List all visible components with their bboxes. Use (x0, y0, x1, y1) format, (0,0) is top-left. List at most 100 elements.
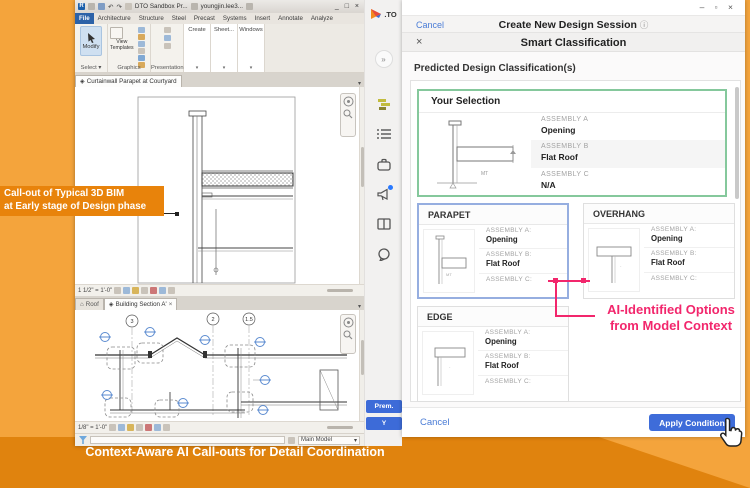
tab-file[interactable]: File (75, 13, 94, 24)
visual-style-icon[interactable] (123, 287, 130, 294)
ai-connector-line (555, 281, 557, 316)
option-title: PARAPET (419, 205, 567, 225)
session-header: Cancel Create New Design Session ⓘ (402, 15, 745, 33)
detail-level-icon[interactable] (109, 424, 116, 431)
classification-title: Smart Classification (402, 37, 745, 49)
presentation-icon-3[interactable] (164, 43, 171, 49)
list-icon[interactable] (376, 126, 392, 142)
view-templates-label: View Templates (110, 40, 134, 51)
tab-structure[interactable]: Structure (135, 13, 168, 24)
assembly-b-row: ASSEMBLY B: Flat Roof (644, 248, 734, 272)
crop-visibility-icon[interactable] (154, 424, 161, 431)
filter-icon[interactable] (79, 436, 87, 444)
tab-systems[interactable]: Systems (219, 13, 251, 24)
sync-icon[interactable] (125, 3, 132, 10)
gallery-create[interactable]: Create ▾ (184, 24, 211, 72)
design-option-select[interactable]: Main Model ▾ (298, 436, 360, 445)
revit-titlebar[interactable]: R ↶ ↷ DTO Sandbox Pr... youngjin.lee3...… (75, 0, 364, 13)
assembly-a-row: ASSEMBLY A: Opening (478, 327, 568, 351)
undo-icon[interactable]: ↶ (108, 3, 113, 11)
shadows-icon[interactable] (136, 424, 143, 431)
select-label[interactable]: Select ▾ (75, 65, 107, 71)
tab-analyze[interactable]: Analyze (307, 13, 337, 24)
graphics-label[interactable]: Graphics (108, 65, 150, 71)
panel-scrollbar[interactable] (735, 87, 739, 199)
y-button[interactable]: Y (366, 417, 402, 430)
view-control-bar-1[interactable]: 1 1/2" = 1'-0" (75, 284, 364, 296)
navigation-bar[interactable] (340, 314, 356, 354)
status-input[interactable] (90, 436, 285, 444)
view-tab-curtainwall[interactable]: ◈ Curtainwall Parapet at Courtyard (75, 75, 182, 87)
tab-architecture[interactable]: Architecture (94, 13, 135, 24)
revit-title: DTO Sandbox Pr... (135, 3, 188, 10)
visual-style-icon[interactable] (118, 424, 125, 431)
drawing-canvas-section[interactable]: 3 2 1.5 (75, 310, 364, 421)
open-icon[interactable] (88, 3, 95, 10)
notification-badge (388, 185, 393, 190)
isolate-icon[interactable] (168, 287, 175, 294)
your-selection-card[interactable]: Your Selection MT (417, 89, 727, 197)
assembly-b-row: ASSEMBLY B Flat Roof (531, 140, 725, 167)
shadows-icon[interactable] (141, 287, 148, 294)
crop-icon[interactable] (145, 424, 152, 431)
info-icon[interactable]: ⓘ (640, 20, 649, 30)
graphics-buttons[interactable] (138, 27, 148, 68)
library-icon[interactable] (376, 216, 392, 232)
view-scale[interactable]: 1 1/2" = 1'-0" (78, 288, 112, 294)
tab-annotate[interactable]: Annotate (274, 13, 307, 24)
horizontal-scrollbar[interactable] (327, 426, 353, 429)
collapse-panel-button[interactable]: » (375, 50, 393, 68)
view-templates-icon[interactable] (110, 27, 123, 39)
chevron-down-icon[interactable]: ▾ (238, 65, 264, 71)
presentation-icon-1[interactable] (164, 27, 171, 33)
presentation-icon-2[interactable] (164, 35, 171, 41)
isolate-icon[interactable] (163, 424, 170, 431)
crop-icon[interactable] (150, 287, 157, 294)
ribbon: Modify Select ▾ View Templates Graphics (75, 24, 364, 73)
tab-steel[interactable]: Steel (168, 13, 190, 24)
chevron-down-icon[interactable]: ▾ (184, 65, 210, 71)
cancel-button[interactable]: Cancel (420, 417, 450, 428)
section-title: Predicted Design Classification(s) (414, 63, 576, 74)
view-control-bar-2[interactable]: 1/8" = 1'-0" (75, 421, 364, 433)
presentation-label: Presentation (151, 65, 183, 71)
save-icon[interactable] (98, 3, 105, 10)
gallery-windows[interactable]: Windows ▾ (238, 24, 265, 72)
view-tab-building-section[interactable]: ◈ Building Section A' × (104, 298, 178, 310)
workset-icon[interactable] (288, 437, 295, 444)
revit-window-controls[interactable]: _ □ × (335, 3, 361, 10)
horizontal-scrollbar[interactable] (327, 289, 353, 292)
redo-icon[interactable]: ↷ (116, 3, 121, 11)
view-scale[interactable]: 1/8" = 1'-0" (78, 425, 107, 431)
roof-tab-icon: ⌂ (80, 301, 84, 308)
chat-icon[interactable] (376, 246, 392, 262)
crop-visibility-icon[interactable] (159, 287, 166, 294)
search-icon[interactable] (191, 3, 198, 10)
section-tab-icon: ◈ (109, 301, 114, 308)
panel-window-controls[interactable]: – ▫ × (700, 2, 737, 12)
help-icon[interactable] (246, 3, 253, 10)
view-tab-roof[interactable]: ⌂ Roof (75, 298, 104, 310)
zoom-icon (343, 330, 353, 340)
briefcase-icon[interactable] (376, 156, 392, 172)
sun-icon[interactable] (132, 287, 139, 294)
chevron-down-icon[interactable]: ▾ (211, 65, 237, 71)
gallery-sheet[interactable]: Sheet... ▾ (211, 24, 238, 72)
option-card-overhang[interactable]: OVERHANG - ASSEMBLY A: Opening (583, 203, 735, 299)
prem-button[interactable]: Prem. (366, 400, 402, 413)
tab-precast[interactable]: Precast (190, 13, 219, 24)
option-card-edge[interactable]: EDGE - ASSEMBLY A: Opening (417, 306, 569, 402)
classification-icon[interactable] (376, 96, 392, 112)
tab-insert[interactable]: Insert (251, 13, 274, 24)
bim-callout-label: Call-out of Typical 3D BIM at Early stag… (0, 186, 164, 216)
navigation-bar[interactable] (340, 93, 356, 137)
option-card-parapet[interactable]: PARAPET MT ASSEMBLY A: (417, 203, 569, 299)
user-account[interactable]: youngjin.lee3... (201, 3, 243, 10)
close-view-icon[interactable]: × (169, 301, 173, 308)
modify-button[interactable]: Modify (80, 26, 102, 56)
assembly-c-row: ASSEMBLY C N/A (531, 168, 725, 195)
announcement-icon[interactable] (376, 186, 392, 202)
sun-icon[interactable] (127, 424, 134, 431)
steering-wheel-icon (343, 317, 354, 328)
detail-level-icon[interactable] (114, 287, 121, 294)
